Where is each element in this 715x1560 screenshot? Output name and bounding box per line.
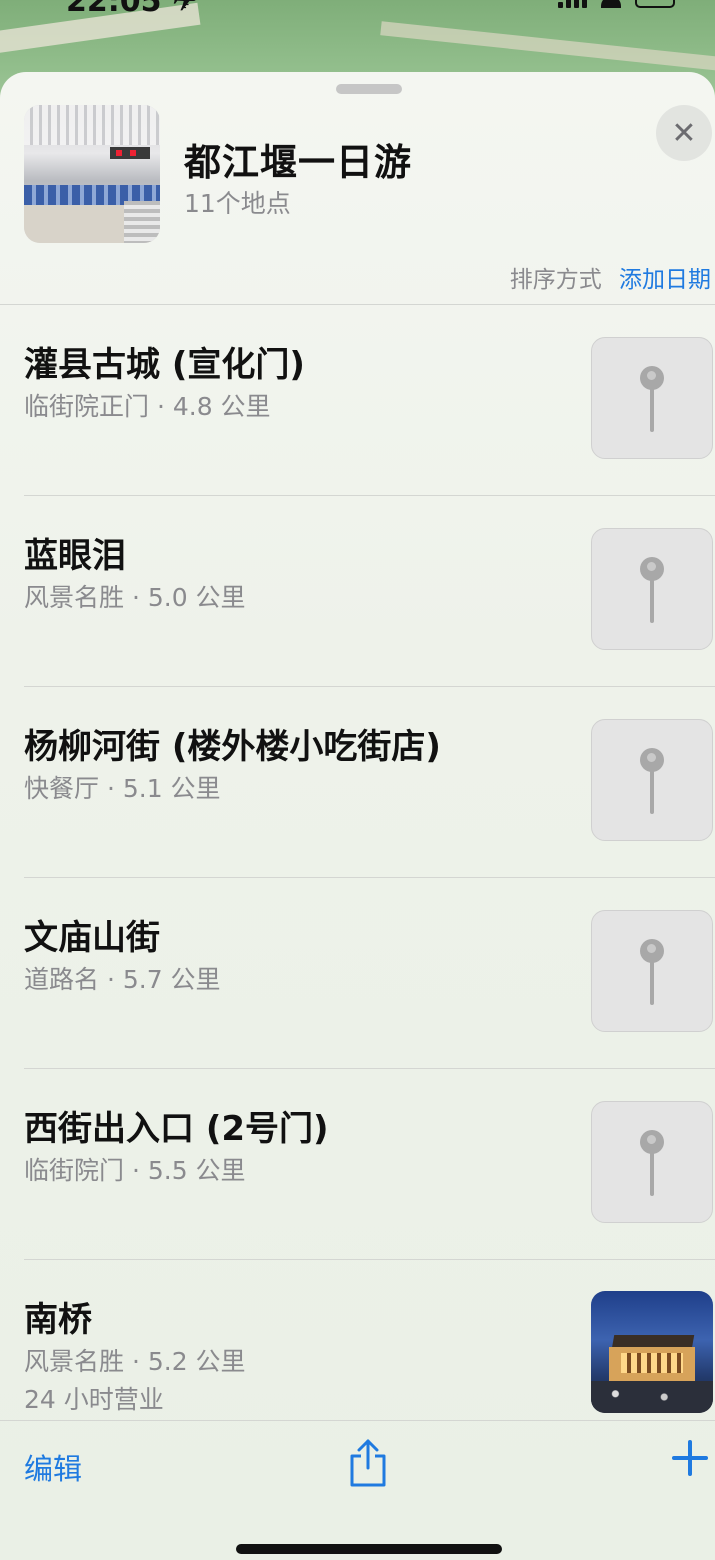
add-place-button[interactable] — [672, 1440, 708, 1476]
list-item-place[interactable]: 杨柳河街 (楼外楼小吃街店) 快餐厅 · 5.1 公里 — [0, 719, 715, 909]
edit-button[interactable]: 编辑 — [24, 1446, 82, 1488]
guide-cover-image — [24, 105, 160, 243]
map-road — [380, 21, 715, 73]
list-item-place[interactable]: 灌县古城 (宣化门) 临街院正门 · 4.8 公里 — [0, 337, 715, 527]
sort-row: 排序方式 添加日期 — [510, 260, 711, 294]
status-icons — [558, 0, 675, 8]
place-meta: 快餐厅 · 5.1 公里 — [24, 774, 221, 803]
place-name: 杨柳河街 (楼外楼小吃街店) — [24, 727, 441, 767]
sort-label: 排序方式 — [509, 267, 602, 293]
map-pin-icon — [591, 910, 713, 1032]
battery-icon — [635, 0, 675, 8]
place-meta: 临街院正门 · 4.8 公里 — [24, 392, 271, 421]
place-name: 灌县古城 (宣化门) — [24, 345, 305, 385]
place-name: 西街出入口 (2号门) — [24, 1109, 329, 1149]
divider — [0, 304, 715, 305]
wifi-icon — [601, 0, 621, 8]
close-icon: ✕ — [671, 115, 697, 151]
place-meta: 道路名 · 5.7 公里 — [24, 965, 221, 994]
close-button[interactable]: ✕ — [656, 105, 712, 161]
sort-by-date-added-button[interactable]: 添加日期 — [619, 267, 711, 293]
divider — [24, 495, 715, 496]
place-photo — [591, 1291, 713, 1413]
guide-place-count: 11个地点 — [184, 189, 291, 218]
guide-title: 都江堰一日游 — [184, 141, 412, 184]
map-pin-icon — [591, 719, 713, 841]
share-button[interactable] — [348, 1438, 388, 1488]
place-name: 文庙山街 — [24, 918, 160, 958]
place-meta: 临街院门 · 5.5 公里 — [24, 1156, 246, 1185]
divider — [24, 686, 715, 687]
list-item-place[interactable]: 西街出入口 (2号门) 临街院门 · 5.5 公里 — [0, 1101, 715, 1291]
place-name: 南桥 — [24, 1300, 92, 1340]
map-pin-icon — [591, 528, 713, 650]
map-pin-icon — [591, 337, 713, 459]
place-hours: 24 小时营业 — [24, 1385, 164, 1414]
status-time: 22:05 ✈ — [66, 0, 198, 19]
map-pin-icon — [591, 1101, 713, 1223]
toolbar-divider — [0, 1420, 715, 1421]
sheet-grabber[interactable] — [336, 84, 402, 94]
divider — [24, 1068, 715, 1069]
list-item-place[interactable]: 文庙山街 道路名 · 5.7 公里 — [0, 910, 715, 1100]
divider — [24, 1259, 715, 1260]
share-icon — [350, 1439, 386, 1487]
place-meta: 风景名胜 · 5.0 公里 — [24, 583, 246, 612]
divider — [24, 877, 715, 878]
status-bar: 22:05 ✈ — [0, 0, 715, 20]
list-item-place[interactable]: 蓝眼泪 风景名胜 · 5.0 公里 — [0, 528, 715, 718]
cellular-signal-icon — [558, 0, 587, 8]
place-meta: 风景名胜 · 5.2 公里 — [24, 1347, 246, 1376]
home-indicator — [236, 1544, 502, 1554]
place-name: 蓝眼泪 — [24, 536, 126, 576]
